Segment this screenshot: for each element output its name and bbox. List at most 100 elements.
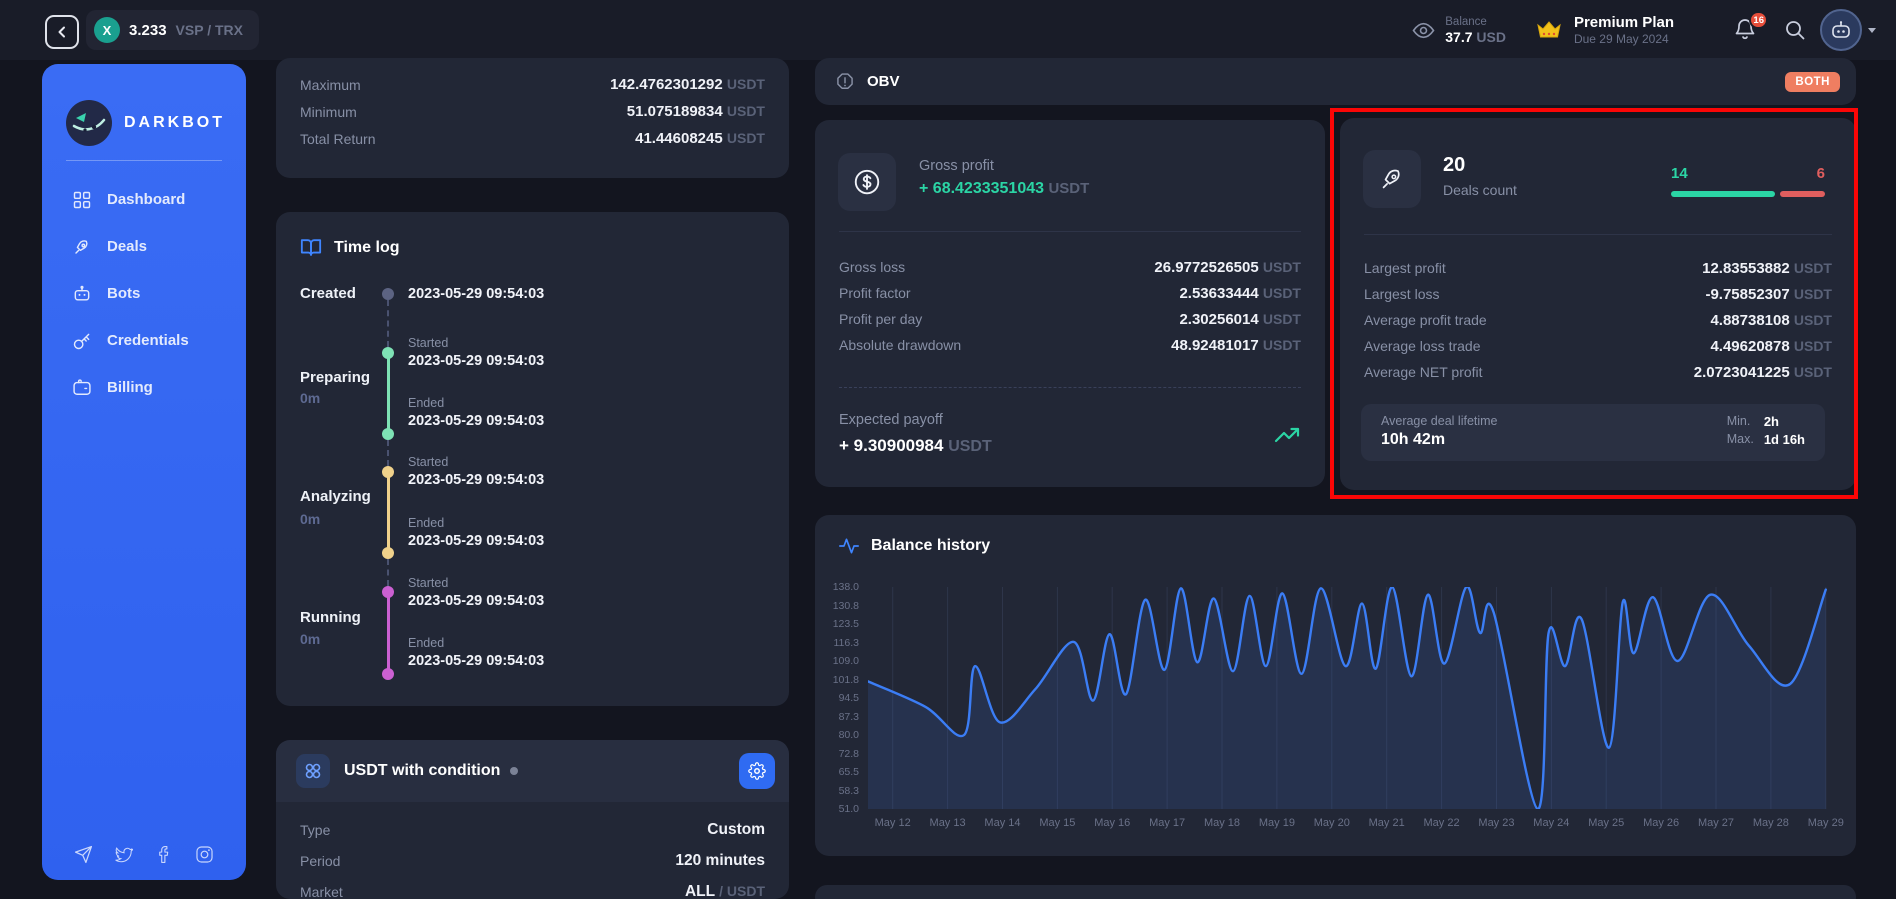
win-bar xyxy=(1671,191,1775,197)
stat-row: Market ALL / USDT xyxy=(276,876,789,899)
expected-payoff-value: + 9.30900984 USDT xyxy=(839,436,992,455)
stat-row: Largest profit 12.83553882 USDT xyxy=(1340,255,1856,281)
timeline-line xyxy=(386,472,390,553)
stat-label: Largest loss xyxy=(1364,286,1440,302)
twitter-icon[interactable] xyxy=(114,845,134,864)
gear-icon xyxy=(748,762,766,780)
plan-title: Premium Plan xyxy=(1573,13,1674,31)
facebook-icon[interactable] xyxy=(155,845,174,864)
y-tick-label: 72.8 xyxy=(838,747,859,760)
pair-selector[interactable]: X 3.233 VSP / TRX xyxy=(86,10,259,50)
eye-icon[interactable] xyxy=(1412,22,1435,39)
instagram-icon[interactable] xyxy=(195,845,214,864)
timeline-dashed-line xyxy=(387,440,389,466)
bot-settings-button[interactable] xyxy=(739,753,775,789)
balance-value: 37.7 USD xyxy=(1445,29,1506,45)
sidebar: DARKBOT Dashboard Deals Bots Credentials Bil… xyxy=(42,64,246,880)
timeline-dashed-line xyxy=(387,300,389,347)
stat-value: 2.53633444 USDT xyxy=(1179,284,1301,302)
gross-rows: Gross loss 26.9772526505 USDT Profit facto… xyxy=(815,254,1325,358)
sidebar-item-label: Dashboard xyxy=(107,191,186,208)
sidebar-item-credentials[interactable]: Credentials xyxy=(42,317,246,364)
divider xyxy=(839,231,1301,232)
telegram-icon[interactable] xyxy=(74,845,93,864)
notifications-button[interactable]: 16 xyxy=(1734,11,1768,43)
dollar-icon-tile xyxy=(838,153,896,211)
stat-label: Profit factor xyxy=(839,285,911,301)
obv-badge-icon xyxy=(837,72,853,89)
stat-label: Average NET profit xyxy=(1364,364,1483,380)
deals-count-card: 20 Deals count 14 6 Largest profit 12.835… xyxy=(1340,118,1856,490)
stat-row: Average loss trade 4.49620878 USDT xyxy=(1340,333,1856,359)
coin-icon: X xyxy=(94,17,120,43)
stat-value: 120 minutes xyxy=(675,851,765,869)
pair-value: 3.233 xyxy=(129,21,167,39)
x-tick-label: May 12 xyxy=(874,817,911,829)
social-links xyxy=(42,845,246,864)
search-icon xyxy=(1786,21,1805,40)
win-loss-bar xyxy=(1671,191,1825,197)
stat-row: Profit factor 2.53633444 USDT xyxy=(815,280,1325,306)
stage-label: Preparing xyxy=(300,369,371,386)
sidebar-item-label: Credentials xyxy=(107,332,189,349)
sidebar-item-deals[interactable]: Deals xyxy=(42,223,246,270)
created-dot xyxy=(382,288,394,300)
divider xyxy=(1364,234,1832,235)
stat-value: 48.92481017 USDT xyxy=(1171,336,1301,354)
timeline-dashed-line xyxy=(387,559,389,586)
time-log-card: Time log Created 2023-05-29 09:54:03 Prepa… xyxy=(276,212,789,706)
expected-payoff-label: Expected payoff xyxy=(839,412,943,428)
back-button[interactable] xyxy=(45,15,79,49)
stage-duration: 0m xyxy=(300,390,321,406)
timeline-entry: Ended 2023-05-29 09:54:03 xyxy=(408,636,545,669)
sidebar-item-dashboard[interactable]: Dashboard xyxy=(42,176,246,223)
trend-up-icon xyxy=(1274,427,1300,443)
preparing-end-dot xyxy=(382,428,394,440)
deals-icon xyxy=(75,239,88,254)
topbar: X 3.233 VSP / TRX Balance 37.7 USD Premi… xyxy=(0,0,1896,60)
pair-name: VSP / TRX xyxy=(175,22,243,38)
sidebar-item-label: Deals xyxy=(107,238,148,255)
plan-due: Due 29 May 2024 xyxy=(1573,31,1669,46)
stage-label: Running xyxy=(300,609,361,626)
x-tick-label: May 24 xyxy=(1533,817,1570,829)
timeline-entry: Started 2023-05-29 09:54:03 xyxy=(408,455,545,488)
notification-badge: 16 xyxy=(1749,11,1768,29)
user-menu[interactable] xyxy=(1820,9,1876,51)
timeline-entry: 2023-05-29 09:54:03 xyxy=(408,286,545,302)
credentials-icon xyxy=(73,333,90,349)
stat-value: ALL / USDT xyxy=(684,882,765,899)
timeline-entry: Started 2023-05-29 09:54:03 xyxy=(408,576,545,609)
dashed-divider xyxy=(839,387,1301,388)
search-button[interactable] xyxy=(1784,19,1806,41)
timeline-line xyxy=(386,592,390,674)
stat-label: Type xyxy=(300,821,331,838)
preparing-start-dot xyxy=(382,347,394,359)
sidebar-item-label: Bots xyxy=(107,285,141,302)
y-tick-label: 58.3 xyxy=(838,784,859,797)
x-tick-label: May 17 xyxy=(1149,817,1186,829)
y-tick-label: 130.8 xyxy=(832,599,859,612)
y-tick-label: 116.3 xyxy=(833,636,860,649)
rocket-icon xyxy=(1382,169,1400,189)
stat-value: Custom xyxy=(707,820,765,838)
stat-value: 2.0723041225 USDT xyxy=(1693,363,1832,381)
obv-title: OBV xyxy=(867,73,900,90)
stat-label: Period xyxy=(300,852,341,869)
stat-label: Total Return xyxy=(300,130,376,147)
lifetime-min-max: Min. 2h Max. 1d 16h xyxy=(1727,414,1805,447)
x-tick-label: May 18 xyxy=(1203,817,1241,829)
x-tick-label: May 20 xyxy=(1313,817,1350,829)
screen: X 3.233 VSP / TRX Balance 37.7 USD Premi… xyxy=(0,0,1896,899)
sidebar-item-billing[interactable]: Billing xyxy=(42,364,246,411)
sidebar-item-bots[interactable]: Bots xyxy=(42,270,246,317)
avatar xyxy=(1820,9,1862,51)
stat-value: 4.49620878 USDT xyxy=(1710,337,1832,355)
min-label: Min. xyxy=(1726,414,1751,428)
stat-value: 41.44608245 USDT xyxy=(635,130,765,147)
condition-icon xyxy=(296,754,330,788)
stat-label: Minimum xyxy=(300,103,357,120)
stat-label: Gross loss xyxy=(839,259,906,275)
stat-row: Minimum 51.075189834 USDT xyxy=(276,98,789,125)
y-tick-label: 138.0 xyxy=(832,581,859,593)
